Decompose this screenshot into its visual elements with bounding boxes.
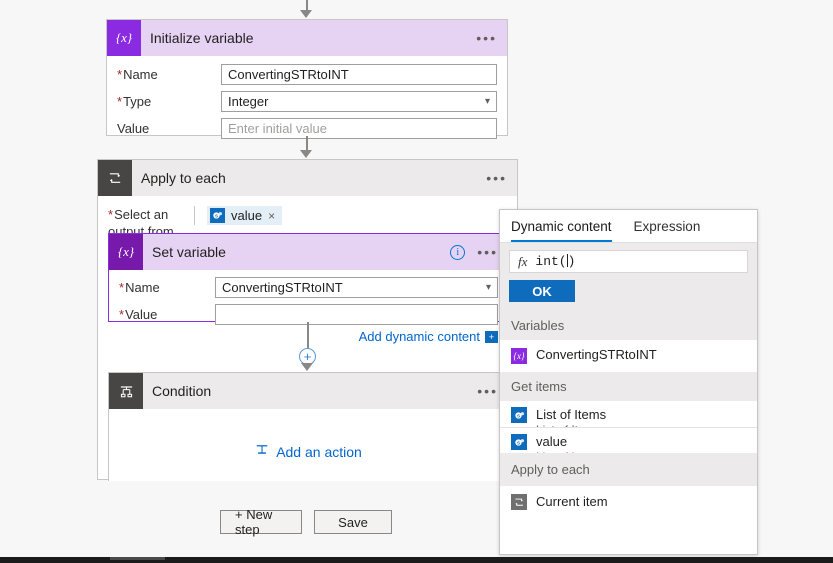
svg-text:S: S [516,413,519,418]
expression-editor-area: fx int() OK [500,243,757,311]
condition-card: Condition ••• Add an action [108,372,509,481]
dynamic-content-tabs: Dynamic content Expression [500,210,757,243]
list-item[interactable]: {x} ConvertingSTRtoINT [500,340,757,372]
sharepoint-icon: S [511,407,527,423]
tab-expression[interactable]: Expression [634,219,701,242]
chevron-down-icon: ▾ [485,282,491,293]
initialize-variable-title: Initialize variable [150,30,254,46]
set-variable-name-select[interactable]: ConvertingSTRtoINT ▾ [215,277,498,298]
select-output-field[interactable]: S value × [194,206,507,225]
required-asterisk: * [119,307,125,322]
save-label: Save [338,514,368,530]
dynamic-content-panel: Dynamic content Expression fx int() OK V… [499,209,758,555]
connector-setvar-to-condition-arrow [301,363,313,371]
save-button[interactable]: Save [314,510,392,534]
list-item[interactable]: S List of Items List of Items [500,401,757,427]
add-dynamic-content-icon: + [485,330,498,343]
list-item-title: value [536,434,568,449]
sharepoint-icon: S [210,208,225,223]
expression-input[interactable]: fx int() [509,250,748,273]
initialize-type-row: *Type Integer ▾ [117,91,497,112]
condition-header[interactable]: Condition ••• [109,373,508,409]
condition-icon [109,373,143,409]
required-asterisk: * [117,67,123,82]
tab-dynamic-content[interactable]: Dynamic content [511,219,612,242]
required-asterisk: * [108,207,114,222]
required-asterisk: * [117,94,123,109]
variable-icon: {x} [109,234,143,270]
set-variable-name-label: *Name [119,280,160,295]
initialize-name-input[interactable]: ConvertingSTRtoINT [221,64,497,85]
info-icon[interactable]: i [450,244,466,260]
initialize-name-label: *Name [117,67,158,82]
taskbar-active-item[interactable] [110,557,165,560]
sharepoint-icon: S [511,434,527,450]
close-icon[interactable]: × [268,209,275,223]
apply-to-each-title: Apply to each [141,170,226,186]
variable-icon: {x} [511,348,527,364]
list-item-subtitle: List of Items [536,450,601,454]
set-variable-value-label: *Value [119,307,158,322]
list-item-text: Current item Current item [536,494,608,512]
initialize-value-label: Value [117,121,150,136]
initialize-type-label: *Type [117,94,152,109]
ok-button[interactable]: OK [509,280,575,302]
expression-value: int() [535,254,576,269]
group-header-apply-to-each: Apply to each [500,453,757,486]
condition-title: Condition [152,383,212,399]
list-item[interactable]: Current item Current item [500,486,757,512]
flow-designer-canvas: {x} Initialize variable ••• *Name Conver… [0,0,833,563]
apply-to-each-menu-button[interactable]: ••• [486,170,507,186]
list-item-title: Current item [536,494,608,509]
initialize-variable-header[interactable]: {x} Initialize variable ••• [107,20,507,56]
loop-icon [511,494,527,510]
add-dynamic-content-label: Add dynamic content [358,329,480,344]
connector-init-to-apply-arrow [300,150,312,158]
initialize-type-value: Integer [228,94,269,109]
add-action-icon [255,443,269,460]
initialize-name-value: ConvertingSTRtoINT [228,67,349,82]
list-item-text: List of Items List of Items [536,407,606,427]
list-item[interactable]: S value List of Items [500,427,757,453]
set-variable-menu-button[interactable]: ••• [477,244,498,260]
set-variable-title: Set variable [152,244,226,260]
group-header-get-items: Get items [500,372,757,401]
list-item-subtitle: List of Items [536,423,601,428]
connector-top-arrow [300,10,312,18]
svg-text:S: S [516,440,519,445]
add-an-action-label: Add an action [276,443,362,460]
list-item-text: value List of Items [536,434,601,453]
add-an-action-button[interactable]: Add an action [109,443,508,460]
condition-menu-button[interactable]: ••• [477,383,498,399]
dynamic-token-value[interactable]: S value × [207,206,283,225]
variable-icon: {x} [107,20,141,56]
chevron-down-icon: ▾ [484,96,490,107]
set-variable-header[interactable]: {x} Set variable i ••• [109,234,508,270]
loop-icon [98,160,132,196]
set-variable-card: {x} Set variable i ••• *Name ConvertingS… [108,233,509,344]
function-icon: fx [518,253,528,269]
initialize-value-input[interactable]: Enter initial value [221,118,497,139]
svg-text:S: S [215,213,218,218]
new-step-button[interactable]: + New step [220,507,302,537]
apply-to-each-card: Apply to each ••• *Select an output from… [97,159,518,481]
list-item-title: List of Items [536,407,607,422]
list-item-subtitle: Current item [536,510,602,513]
set-variable-value-input[interactable] [215,304,498,325]
new-step-label: + New step [235,507,273,537]
set-variable-name-row: *Name ConvertingSTRtoINT ▾ [119,277,498,298]
apply-to-each-header[interactable]: Apply to each ••• [98,160,517,196]
initialize-name-row: *Name ConvertingSTRtoINT [117,64,497,85]
list-item-title: ConvertingSTRtoINT [536,347,657,362]
initialize-type-select[interactable]: Integer ▾ [221,91,497,112]
initialize-variable-menu-button[interactable]: ••• [476,30,497,46]
initialize-value-placeholder: Enter initial value [228,121,327,136]
required-asterisk: * [119,280,125,295]
condition-body: Add an action [109,409,508,460]
dynamic-token-label: value [231,208,263,223]
initialize-variable-card: {x} Initialize variable ••• *Name Conver… [106,19,508,139]
group-header-variables: Variables [500,311,757,340]
set-variable-name-value: ConvertingSTRtoINT [222,280,343,295]
